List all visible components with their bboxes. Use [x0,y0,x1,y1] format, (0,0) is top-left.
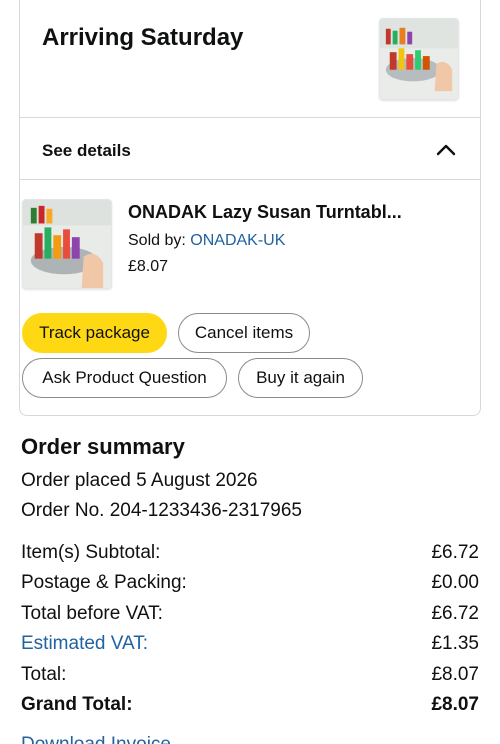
summary-row-total: Total: £8.07 [21,664,479,690]
sold-by-label: Sold by: [128,232,191,249]
summary-row-estimated-vat: Estimated VAT: £1.35 [21,633,479,659]
sold-by-line: Sold by: ONADAK-UK [128,232,285,250]
estimated-vat-link[interactable]: Estimated VAT: [21,633,148,655]
buy-it-again-button[interactable]: Buy it again [238,358,363,398]
delivery-product-thumbnail[interactable] [379,18,459,100]
summary-row-label: Total before VAT: [21,603,163,624]
see-details-toggle[interactable]: See details [20,118,480,180]
summary-row-grand-total: Grand Total: £8.07 [21,694,479,720]
chevron-up-icon[interactable] [434,138,458,162]
item-price: £8.07 [128,258,169,275]
summary-row-value: £6.72 [431,603,479,624]
product-image-icon [380,19,458,99]
summary-row-value: £6.72 [431,542,479,563]
item-title-link[interactable]: ONADAK Lazy Susan Turntabl... [128,202,402,223]
delivery-status-title: Arriving Saturday [42,24,244,51]
summary-row-total-before-vat: Total before VAT: £6.72 [21,603,479,629]
order-summary-title: Order summary [21,434,185,459]
item-product-thumbnail[interactable] [22,199,112,289]
order-number: Order No. 204-1233436-2317965 [21,500,302,521]
summary-row-label: Total: [21,664,67,685]
ask-product-question-button[interactable]: Ask Product Question [22,358,227,398]
product-image-icon [23,200,111,288]
seller-link[interactable]: ONADAK-UK [190,232,285,249]
summary-row-postage: Postage & Packing: £0.00 [21,572,479,598]
summary-row-label: Postage & Packing: [21,572,187,593]
summary-row-label: Grand Total: [21,694,133,715]
cancel-items-button[interactable]: Cancel items [178,313,310,353]
summary-row-label: Item(s) Subtotal: [21,542,161,563]
summary-row-subtotal: Item(s) Subtotal: £6.72 [21,542,479,568]
order-placed-date: Order placed 5 August 2026 [21,470,258,491]
summary-row-value: £8.07 [431,694,479,715]
summary-row-value: £0.00 [431,572,479,593]
summary-row-value: £8.07 [431,664,479,685]
summary-row-value: £1.35 [431,633,479,654]
see-details-label: See details [42,141,131,160]
track-package-button[interactable]: Track package [22,313,167,353]
download-invoice-link[interactable]: Download Invoice [21,734,171,744]
